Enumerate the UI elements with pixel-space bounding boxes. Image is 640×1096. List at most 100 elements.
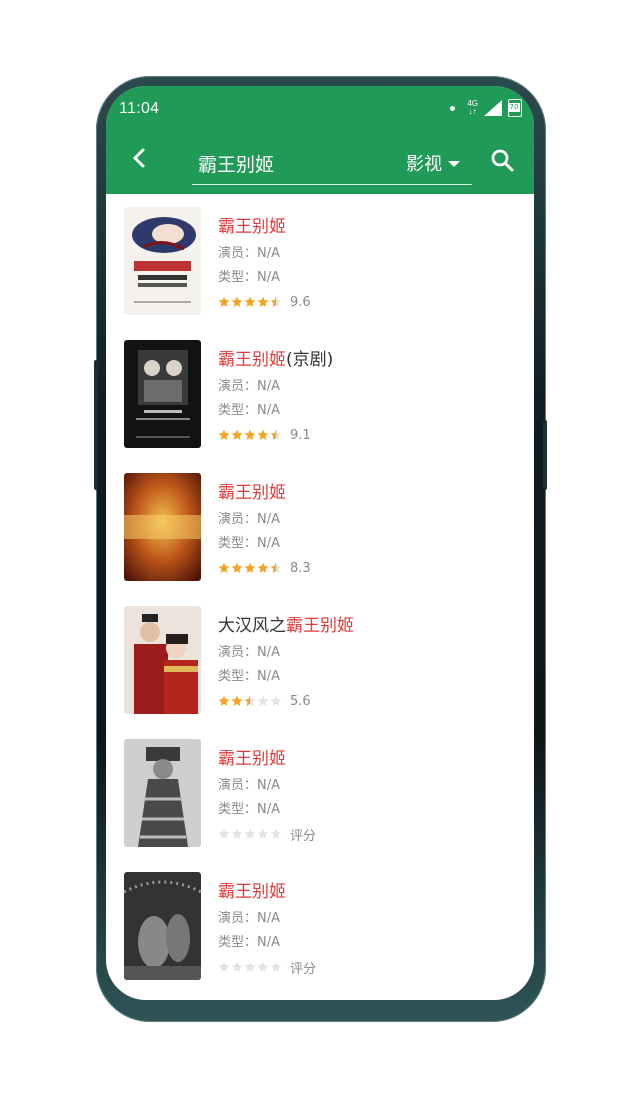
star-icon [270, 828, 282, 840]
item-actor: 演员：N/A [218, 246, 280, 261]
item-actor: 演员：N/A [218, 379, 280, 394]
star-icon [257, 429, 269, 441]
star-icon [218, 429, 230, 441]
phone-side-button [94, 440, 98, 490]
network-type: 4G [467, 99, 478, 108]
star-icon [244, 296, 256, 308]
poster-image [124, 872, 201, 980]
title-highlight: 霸王别姬 [218, 882, 286, 902]
item-actor: 演员：N/A [218, 778, 280, 793]
item-title: 霸王别姬 [218, 478, 286, 503]
star-icon [218, 828, 230, 840]
item-actor: 演员：N/A [218, 645, 280, 660]
search-input[interactable]: 霸王别姬 影视 [192, 142, 472, 185]
star-icon [231, 695, 243, 707]
item-rating: 9.6 [218, 294, 311, 310]
star-icon [270, 562, 282, 574]
item-score: 8.3 [290, 560, 311, 576]
notification-dot-icon [450, 105, 456, 111]
item-title: 大汉风之霸王别姬 [218, 611, 354, 636]
item-genre: 类型：N/A [218, 536, 280, 551]
star-rating [218, 828, 282, 840]
star-rating [218, 429, 282, 441]
category-dropdown[interactable]: 影视 [406, 150, 460, 176]
star-icon [244, 562, 256, 574]
star-rating [218, 695, 282, 707]
list-item[interactable]: 霸王别姬演员：N/A 类型：N/A 评分 [106, 859, 534, 992]
title-highlight: 霸王别姬 [218, 350, 286, 370]
item-actor: 演员：N/A [218, 911, 280, 926]
star-icon [270, 429, 282, 441]
item-actor: 演员：N/A [218, 512, 280, 527]
battery-icon: 70 [508, 99, 522, 117]
back-arrow-icon[interactable] [128, 146, 152, 170]
item-title: 霸王别姬 [218, 212, 286, 237]
battery-level: 70 [508, 103, 520, 112]
star-icon [270, 695, 282, 707]
item-title: 霸王别姬 [218, 744, 286, 769]
item-score: 评分 [290, 961, 317, 977]
star-icon [257, 961, 269, 973]
star-icon [244, 429, 256, 441]
item-title: 霸王别姬(京剧) [218, 345, 333, 370]
list-item[interactable]: 霸王别姬演员：N/A 类型：N/A 9.6 [106, 194, 534, 327]
star-rating [218, 562, 282, 574]
status-icons: 4G ↓↑ 70 [450, 98, 522, 118]
item-rating: 5.6 [218, 693, 311, 709]
item-genre: 类型：N/A [218, 270, 280, 285]
item-score: 5.6 [290, 693, 311, 709]
star-icon [218, 562, 230, 574]
list-item[interactable]: 大汉风之霸王别姬 演员：N/A 类型：N/A 5.6 [106, 593, 534, 726]
item-genre: 类型：N/A [218, 935, 280, 950]
star-icon [218, 296, 230, 308]
poster-image [124, 207, 201, 315]
phone-side-button [543, 420, 547, 490]
status-time: 11:04 [119, 100, 160, 117]
star-icon [218, 695, 230, 707]
star-icon [257, 828, 269, 840]
list-item[interactable]: 霸王别姬演员：N/A 类型：N/A 评分 [106, 726, 534, 859]
star-icon [231, 429, 243, 441]
list-item[interactable]: 霸王别姬演员：N/A 类型：N/A 8.3 [106, 460, 534, 593]
list-item[interactable]: 霸王别姬(京剧) 演员：N/A 类型：N/A 9.1 [106, 327, 534, 460]
item-rating: 9.1 [218, 427, 311, 443]
star-rating [218, 961, 282, 973]
item-rating: 8.3 [218, 560, 311, 576]
title-highlight: 霸王别姬 [218, 749, 286, 769]
title-highlight: 霸王别姬 [218, 217, 286, 237]
app-bar: 11:04 4G ↓↑ 70 霸王别姬 影视 [106, 86, 534, 194]
phone-side-button [94, 360, 98, 450]
title-prefix: 大汉风之 [218, 616, 286, 636]
item-score: 9.6 [290, 294, 311, 310]
star-icon [231, 828, 243, 840]
star-icon [218, 961, 230, 973]
poster-image [124, 340, 201, 448]
poster-image [124, 739, 201, 847]
search-icon[interactable] [490, 148, 514, 172]
star-icon [231, 961, 243, 973]
star-icon [231, 562, 243, 574]
star-icon [257, 695, 269, 707]
poster-image [124, 606, 201, 714]
item-score: 9.1 [290, 427, 311, 443]
star-rating [218, 296, 282, 308]
search-query: 霸王别姬 [198, 154, 275, 176]
item-genre: 类型：N/A [218, 403, 280, 418]
network-indicator: 4G ↓↑ [467, 99, 478, 116]
category-label: 影视 [406, 154, 442, 175]
item-score: 评分 [290, 828, 317, 844]
star-icon [270, 296, 282, 308]
star-icon [244, 695, 256, 707]
star-icon [244, 828, 256, 840]
star-icon [244, 961, 256, 973]
poster-image [124, 473, 201, 581]
chevron-down-icon [448, 161, 460, 167]
item-rating: 评分 [218, 959, 317, 977]
title-highlight: 霸王别姬 [286, 616, 354, 636]
item-genre: 类型：N/A [218, 802, 280, 817]
star-icon [231, 296, 243, 308]
title-suffix: (京剧) [286, 350, 334, 370]
star-icon [270, 961, 282, 973]
item-rating: 评分 [218, 826, 317, 844]
signal-icon [484, 100, 502, 116]
